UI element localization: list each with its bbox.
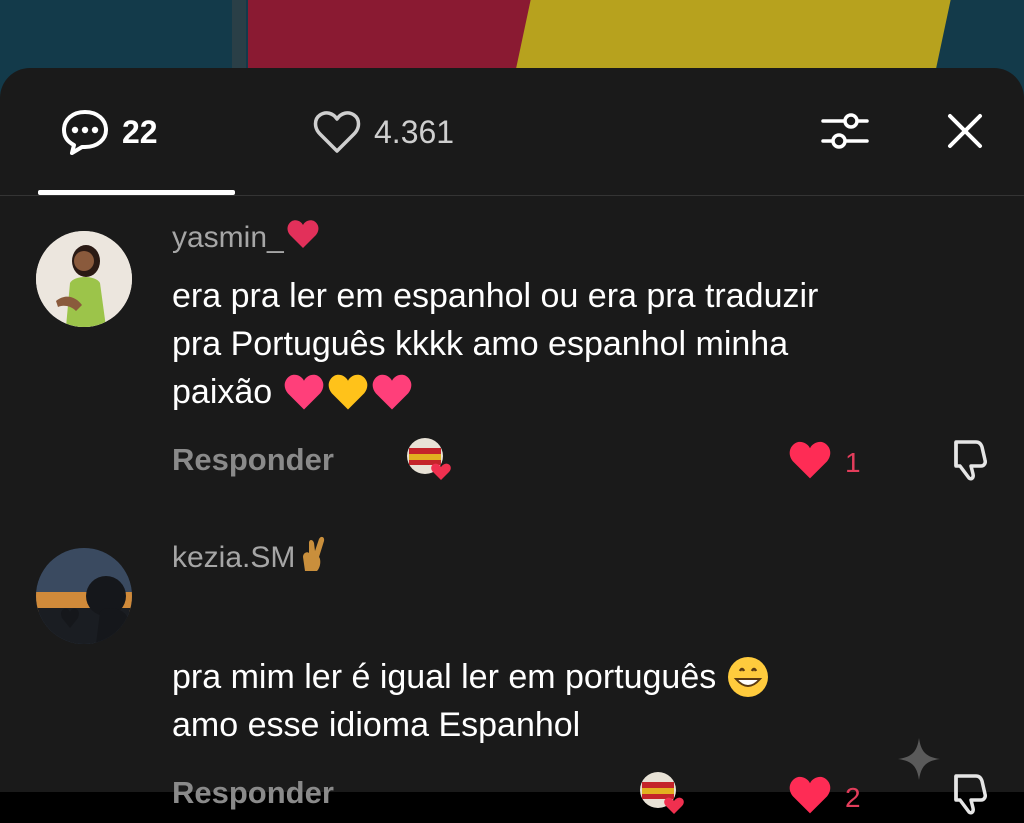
tab-comments[interactable]: 22 <box>60 108 158 156</box>
comment-line: era pra ler em espanhol ou era pra tradu… <box>172 277 819 315</box>
comments-sheet: 22 4.361 yasmin_ era pra ler em espanhol… <box>0 68 1024 815</box>
comment-line: pra mim ler é igual ler em português <box>172 658 717 696</box>
like-count: 2 <box>845 781 861 813</box>
close-button[interactable] <box>940 108 990 158</box>
like-count: 1 <box>845 446 861 478</box>
close-icon <box>945 111 985 156</box>
avatar[interactable] <box>36 231 132 327</box>
heart-emoji <box>286 218 320 258</box>
comment-username[interactable]: kezia.SM <box>172 535 327 581</box>
comment-bubble-icon <box>60 108 110 156</box>
comments-count: 22 <box>122 113 158 150</box>
like-button[interactable]: 2 <box>787 774 861 821</box>
thumbs-down-icon <box>942 770 988 821</box>
creator-liked-badge <box>638 770 684 814</box>
tab-likes[interactable]: 4.361 <box>312 108 454 156</box>
comment-last-line: paixão <box>172 368 972 416</box>
heart-filled-icon <box>787 774 833 821</box>
comment-line: paixão <box>172 373 273 411</box>
heart-outline-icon <box>312 109 362 155</box>
comments-header: 22 4.361 <box>0 68 1024 196</box>
crossed-fingers-emoji <box>297 535 327 581</box>
sliders-icon <box>821 109 869 158</box>
comment-first-line: pra mim ler é igual ler em português <box>172 653 972 701</box>
dislike-button[interactable] <box>940 436 990 486</box>
likes-count: 4.361 <box>374 113 455 150</box>
avatar[interactable] <box>36 548 132 644</box>
heart-filled-icon <box>787 439 833 486</box>
filter-button[interactable] <box>820 108 870 158</box>
comment-line: amo esse idioma Espanhol <box>172 706 581 744</box>
sparkle-icon <box>896 736 942 787</box>
active-tab-indicator <box>38 190 235 195</box>
creator-liked-badge <box>405 436 451 480</box>
thumbs-down-icon <box>942 436 988 487</box>
reply-button[interactable]: Responder <box>172 442 334 478</box>
like-button[interactable]: 1 <box>787 439 861 486</box>
hearts-emoji <box>282 372 414 412</box>
comment-line: pra Português kkkk amo espanhol minha <box>172 325 789 363</box>
dislike-button[interactable] <box>940 770 990 820</box>
comment-text: pra mim ler é igual ler em português amo… <box>172 653 972 749</box>
grinning-emoji <box>726 655 770 699</box>
reply-button[interactable]: Responder <box>172 775 334 811</box>
comment-text: era pra ler em espanhol ou era pra tradu… <box>172 272 972 416</box>
comment-username[interactable]: yasmin_ <box>172 218 320 258</box>
